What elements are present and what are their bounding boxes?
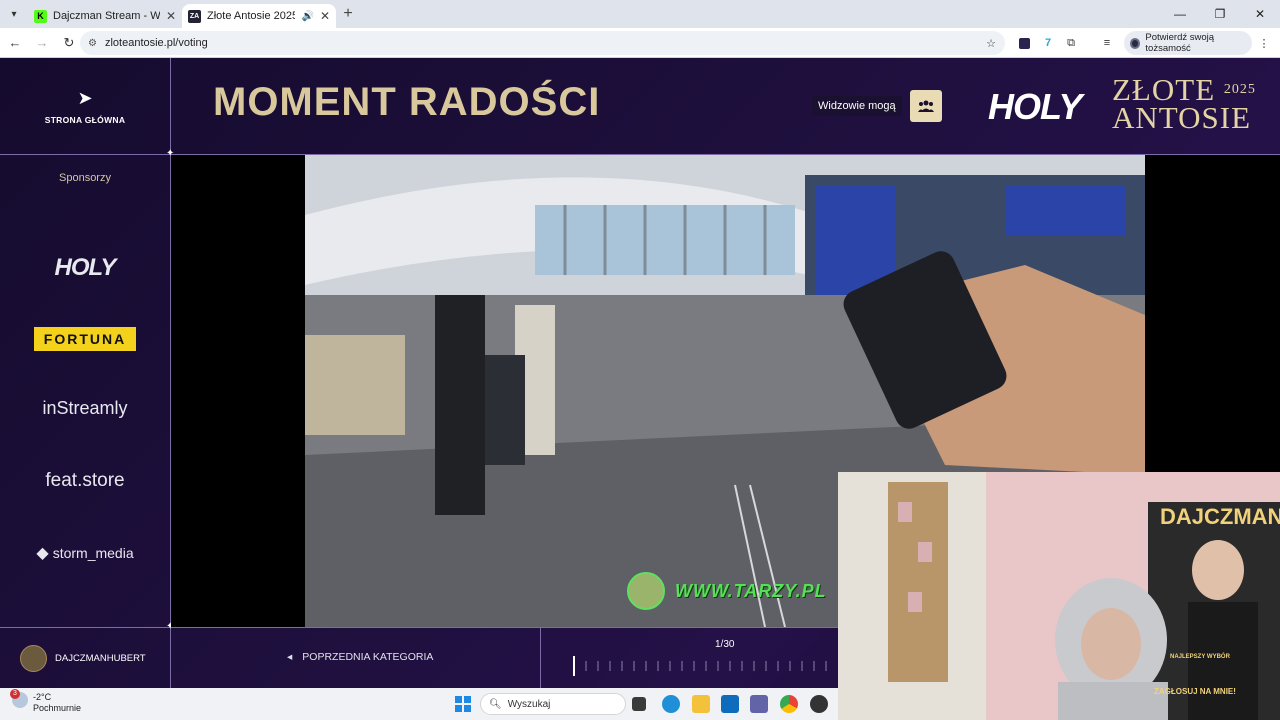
outlook-icon[interactable] bbox=[721, 695, 739, 713]
previous-category-button[interactable]: ◂ POPRZEDNIA KATEGORIA bbox=[287, 651, 433, 663]
tab-title: Dajczman Stream - Watch Live bbox=[53, 10, 160, 22]
new-tab-button[interactable]: + bbox=[336, 5, 360, 23]
browser-tab-bar: ▾ K Dajczman Stream - Watch Live ✕ ZA Zł… bbox=[0, 0, 1280, 28]
zlote-antosie-logo: ZŁOTE 2025 ANTOSIE bbox=[1112, 74, 1256, 135]
user-name: DAJCZMANHUBERT bbox=[55, 653, 146, 664]
weather-condition: Pochmurnie bbox=[33, 703, 82, 713]
search-placeholder: Wyszukaj bbox=[507, 698, 551, 710]
extensions-puzzle-icon[interactable]: ⧉ bbox=[1064, 32, 1078, 54]
file-explorer-icon[interactable] bbox=[692, 695, 710, 713]
back-icon[interactable]: ← bbox=[3, 35, 27, 50]
sponsor-name: feat.store bbox=[45, 470, 125, 491]
category-counter: 1/30 bbox=[715, 639, 735, 650]
window-controls: — ❐ ✕ bbox=[1160, 0, 1280, 28]
address-bar-row: ← → ↻ ⚙ zloteantosie.pl/voting ☆ 7 ⧉ ≡ P… bbox=[0, 28, 1280, 58]
kick-favicon-icon: K bbox=[34, 9, 47, 23]
reload-icon[interactable]: ↻ bbox=[57, 35, 81, 51]
webcam-poster-slogan: ZAGŁOSUJ NA MNIE! bbox=[1154, 687, 1236, 696]
category-progress-ticks[interactable] bbox=[573, 656, 838, 676]
viewers-section: Widzowie mogą bbox=[812, 90, 942, 122]
app-icon[interactable] bbox=[810, 695, 828, 713]
home-label: STRONA GŁÓWNA bbox=[44, 114, 126, 125]
weather-temperature: -2°C bbox=[33, 692, 52, 702]
browser-menu-icon[interactable]: ⋮ bbox=[1258, 32, 1270, 54]
extension-7tv-icon[interactable]: 7 bbox=[1041, 32, 1055, 54]
sponsor-name: FORTUNA bbox=[33, 327, 137, 351]
restore-icon[interactable]: ❐ bbox=[1200, 0, 1240, 28]
webcam-image: DAJCZMAN ZAGŁOSUJ NA MNIE! NAJLEPSZY WYB… bbox=[838, 472, 1280, 720]
arrow-left-icon: ◂ bbox=[287, 651, 293, 663]
search-icon: 🔍︎ bbox=[489, 698, 502, 710]
sponsor-fortuna-logo[interactable]: FORTUNA bbox=[0, 326, 170, 352]
webcam-poster-subtitle: NAJLEPSZY WYBÓR bbox=[1170, 652, 1231, 660]
tarzy-overlay-text: WWW.TARZY.PL bbox=[675, 580, 827, 601]
taskbar-search-box[interactable]: 🔍︎ Wyszukaj bbox=[480, 693, 626, 715]
logo-year: 2025 bbox=[1223, 82, 1256, 97]
sponsor-featstore-logo[interactable]: feat.store bbox=[0, 468, 170, 494]
teams-icon[interactable] bbox=[750, 695, 768, 713]
avatar bbox=[20, 645, 47, 672]
bookmark-star-icon[interactable]: ☆ bbox=[984, 32, 998, 54]
url-field[interactable]: ⚙ zloteantosie.pl/voting bbox=[80, 31, 1005, 55]
sponsor-name: storm_media bbox=[52, 545, 134, 561]
storm-media-icon: ◆ bbox=[36, 545, 49, 562]
extension-dark-icon[interactable] bbox=[1018, 32, 1030, 54]
tarzy-overlay: WWW.TARZY.PL bbox=[627, 572, 827, 610]
people-icon bbox=[917, 100, 934, 112]
streamer-avatar bbox=[627, 572, 665, 610]
site-info-icon[interactable]: ⚙ bbox=[88, 38, 97, 49]
sponsor-holy-logo[interactable]: HOLY bbox=[0, 253, 170, 283]
sponsor-stormmedia-logo[interactable]: ◆ storm_media bbox=[0, 540, 170, 566]
chrome-icon[interactable] bbox=[780, 695, 798, 713]
sponsor-name: HOLY bbox=[54, 254, 117, 281]
task-view-icon[interactable] bbox=[632, 697, 646, 711]
arrow-left-icon: ➤ bbox=[77, 87, 93, 108]
viewers-label: Widzowie mogą bbox=[812, 96, 902, 116]
logo-line2: ANTOSIE bbox=[1112, 100, 1252, 135]
webcam-overlay: DAJCZMAN ZAGŁOSUJ NA MNIE! NAJLEPSZY WYB… bbox=[838, 472, 1280, 720]
holy-logo: HOLY bbox=[988, 86, 1082, 127]
minimize-icon[interactable]: — bbox=[1160, 0, 1200, 28]
page-title: MOMENT RADOŚCI bbox=[213, 80, 601, 124]
close-tab-icon[interactable]: ✕ bbox=[320, 9, 330, 23]
weather-widget[interactable]: 3 -2°C Pochmurnie bbox=[10, 689, 82, 714]
windows-start-icon[interactable] bbox=[455, 696, 471, 712]
zlote-antosie-favicon-icon: ZA bbox=[188, 9, 201, 23]
sponsor-name: inStreamly bbox=[42, 397, 128, 418]
speaker-icon[interactable]: 🔊 bbox=[301, 11, 313, 22]
media-control-icon[interactable]: ≡ bbox=[1100, 32, 1114, 54]
tab-search-icon[interactable]: ▾ bbox=[0, 0, 28, 28]
tab-title: Złote Antosie 2025 - Najwię bbox=[207, 10, 296, 22]
identity-button[interactable]: Potwierdź swoją tożsamość bbox=[1124, 31, 1252, 55]
previous-category-label: POPRZEDNIA KATEGORIA bbox=[302, 651, 434, 663]
url-text: zloteantosie.pl/voting bbox=[104, 37, 208, 49]
tab-zlote-antosie[interactable]: ZA Złote Antosie 2025 - Najwię 🔊 ✕ bbox=[182, 4, 336, 28]
edge-icon[interactable] bbox=[662, 695, 680, 713]
close-tab-icon[interactable]: ✕ bbox=[166, 9, 176, 23]
close-window-icon[interactable]: ✕ bbox=[1240, 0, 1280, 28]
sponsors-label: Sponsorzy bbox=[59, 172, 111, 184]
user-profile[interactable]: DAJCZMANHUBERT bbox=[20, 645, 146, 672]
viewers-people-button[interactable] bbox=[909, 90, 942, 122]
forward-icon[interactable]: → bbox=[30, 35, 54, 50]
profile-icon bbox=[1130, 37, 1141, 49]
webcam-poster-text: DAJCZMAN bbox=[1160, 504, 1280, 529]
identity-button-label: Potwierdź swoją tożsamość bbox=[1145, 32, 1215, 54]
notification-badge: 3 bbox=[10, 689, 20, 699]
tab-dajczman-stream[interactable]: K Dajczman Stream - Watch Live ✕ bbox=[28, 4, 182, 28]
cloud-icon: 3 bbox=[10, 689, 28, 708]
windows-taskbar: 3 -2°C Pochmurnie 🔍︎ Wyszukaj bbox=[0, 688, 838, 720]
home-link[interactable]: ➤ STRONA GŁÓWNA bbox=[0, 58, 170, 154]
sponsor-instreamly-logo[interactable]: inStreamly bbox=[0, 395, 170, 421]
